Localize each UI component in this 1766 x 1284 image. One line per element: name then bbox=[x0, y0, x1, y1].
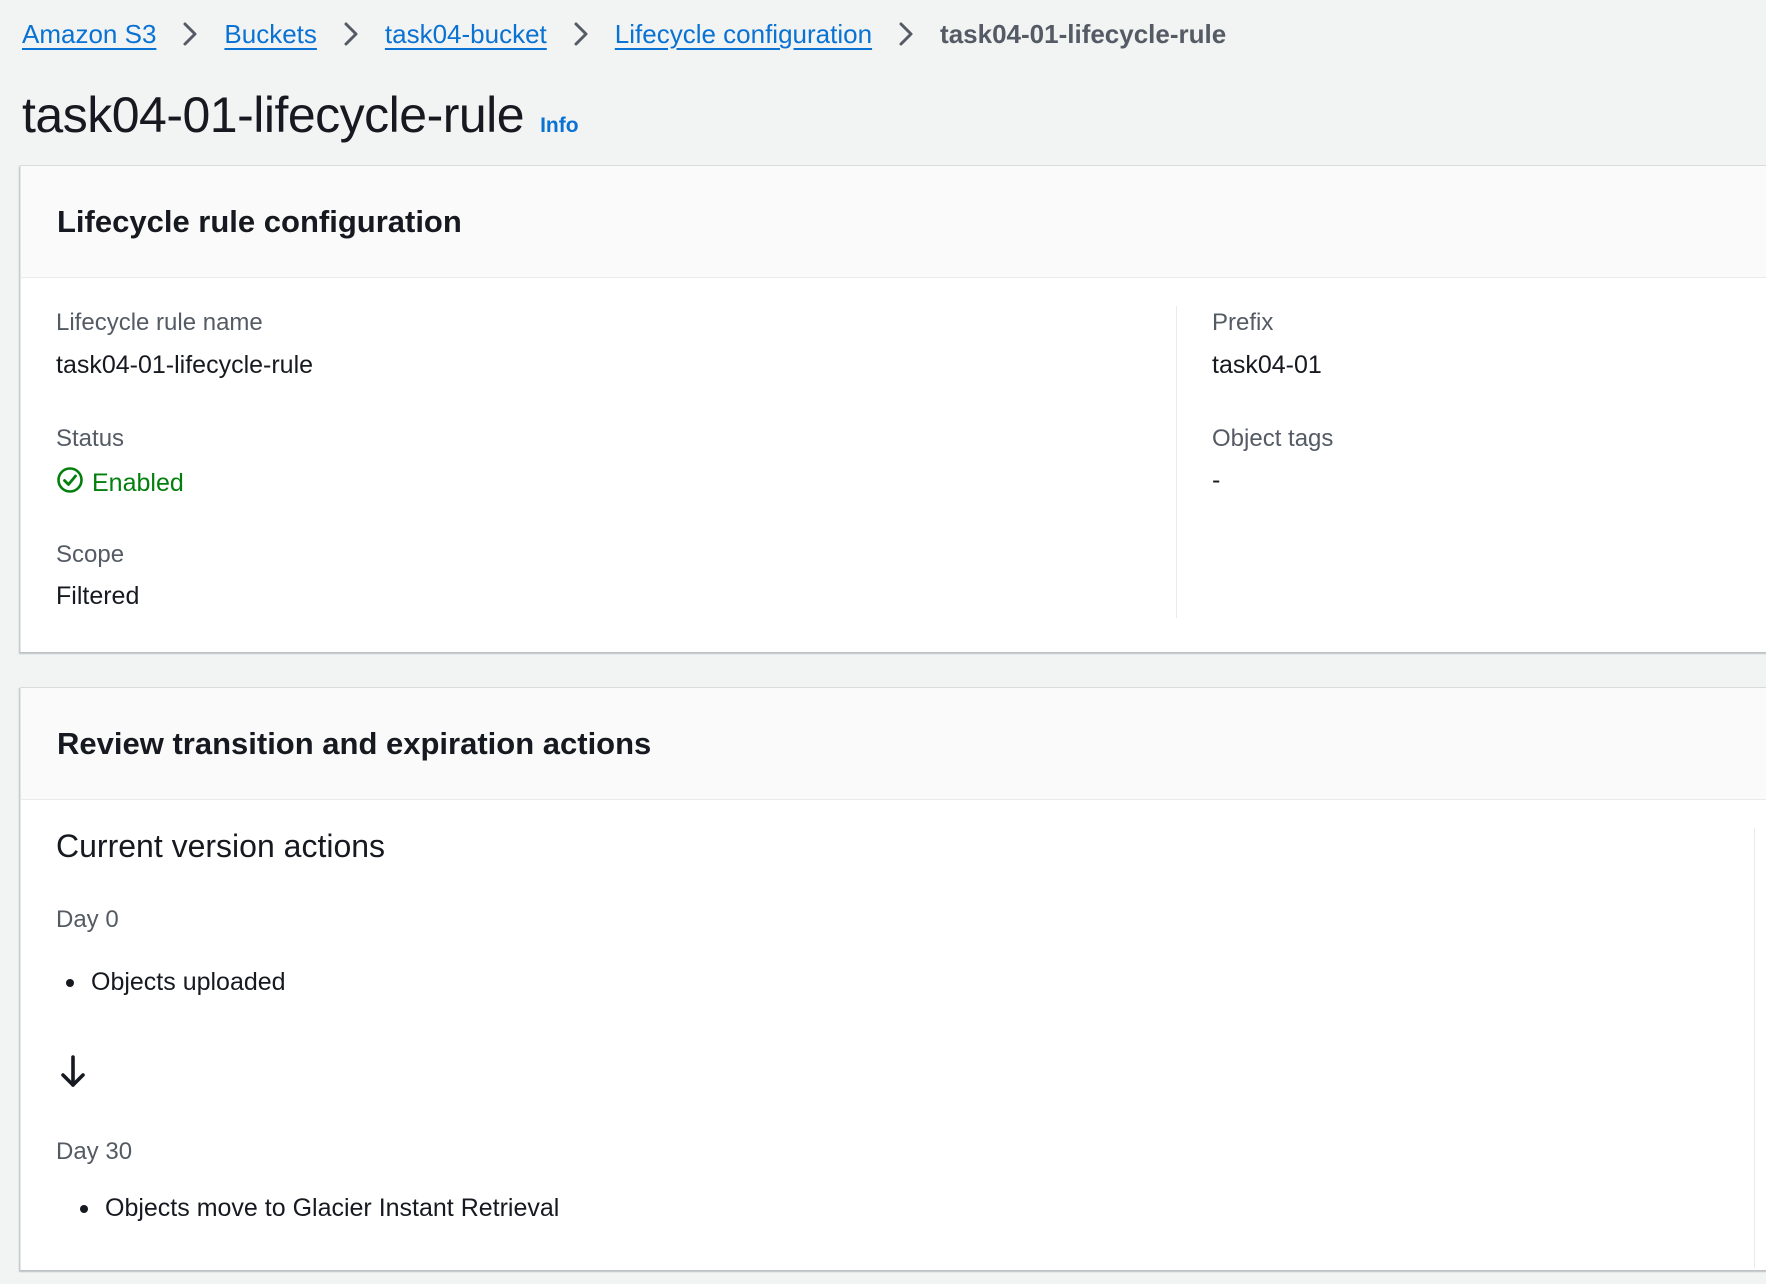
day-0-action: Objects uploaded bbox=[91, 968, 286, 996]
day-30-label: Day 30 bbox=[56, 1138, 133, 1165]
arrow-down-icon bbox=[58, 1054, 88, 1095]
scope-label: Scope bbox=[56, 541, 125, 568]
panel-header: Review transition and expiration actions bbox=[21, 688, 1766, 800]
object-tags-value: - bbox=[1212, 466, 1221, 494]
chevron-right-icon bbox=[892, 14, 920, 54]
breadcrumb-buckets[interactable]: Buckets bbox=[224, 19, 317, 50]
status-label: Status bbox=[56, 425, 125, 452]
status-value: Enabled bbox=[92, 469, 184, 497]
day-30-action: Objects move to Glacier Instant Retrieva… bbox=[105, 1194, 560, 1222]
panel-heading: Review transition and expiration actions bbox=[57, 725, 652, 761]
list-item: Objects move to Glacier Instant Retrieva… bbox=[80, 1194, 559, 1223]
current-version-actions-title: Current version actions bbox=[56, 828, 386, 864]
column-divider bbox=[1176, 306, 1177, 618]
breadcrumb-amazon-s3[interactable]: Amazon S3 bbox=[22, 19, 156, 50]
info-link[interactable]: Info bbox=[540, 114, 578, 138]
bullet-icon bbox=[66, 978, 74, 987]
breadcrumb-lifecycle-configuration[interactable]: Lifecycle configuration bbox=[615, 19, 872, 50]
page-header: task04-01-lifecycle-rule Info bbox=[22, 86, 579, 144]
page-title: task04-01-lifecycle-rule bbox=[22, 87, 525, 143]
prefix-label: Prefix bbox=[1212, 309, 1274, 336]
chevron-right-icon bbox=[567, 14, 595, 54]
scope-value: Filtered bbox=[56, 582, 140, 610]
panel-inner-border bbox=[1754, 828, 1755, 1268]
chevron-right-icon bbox=[337, 14, 365, 54]
panel-header: Lifecycle rule configuration bbox=[21, 166, 1766, 278]
day-0-label: Day 0 bbox=[56, 906, 119, 933]
panel-heading: Lifecycle rule configuration bbox=[57, 203, 462, 239]
bullet-icon bbox=[80, 1204, 88, 1213]
chevron-right-icon bbox=[176, 14, 204, 54]
list-item: Objects uploaded bbox=[66, 968, 286, 997]
rule-name-value: task04-01-lifecycle-rule bbox=[56, 351, 314, 379]
check-circle-icon bbox=[56, 466, 92, 501]
breadcrumb-bucket[interactable]: task04-bucket bbox=[385, 19, 547, 50]
breadcrumb: Amazon S3 Buckets task04-bucket Lifecycl… bbox=[22, 14, 1226, 54]
object-tags-label: Object tags bbox=[1212, 425, 1334, 452]
lifecycle-rule-configuration-panel: Lifecycle rule configuration bbox=[20, 166, 1766, 652]
rule-name-label: Lifecycle rule name bbox=[56, 309, 263, 336]
prefix-value: task04-01 bbox=[1212, 351, 1322, 379]
breadcrumb-current: task04-01-lifecycle-rule bbox=[940, 18, 1227, 49]
status-indicator: Enabled bbox=[56, 466, 184, 501]
